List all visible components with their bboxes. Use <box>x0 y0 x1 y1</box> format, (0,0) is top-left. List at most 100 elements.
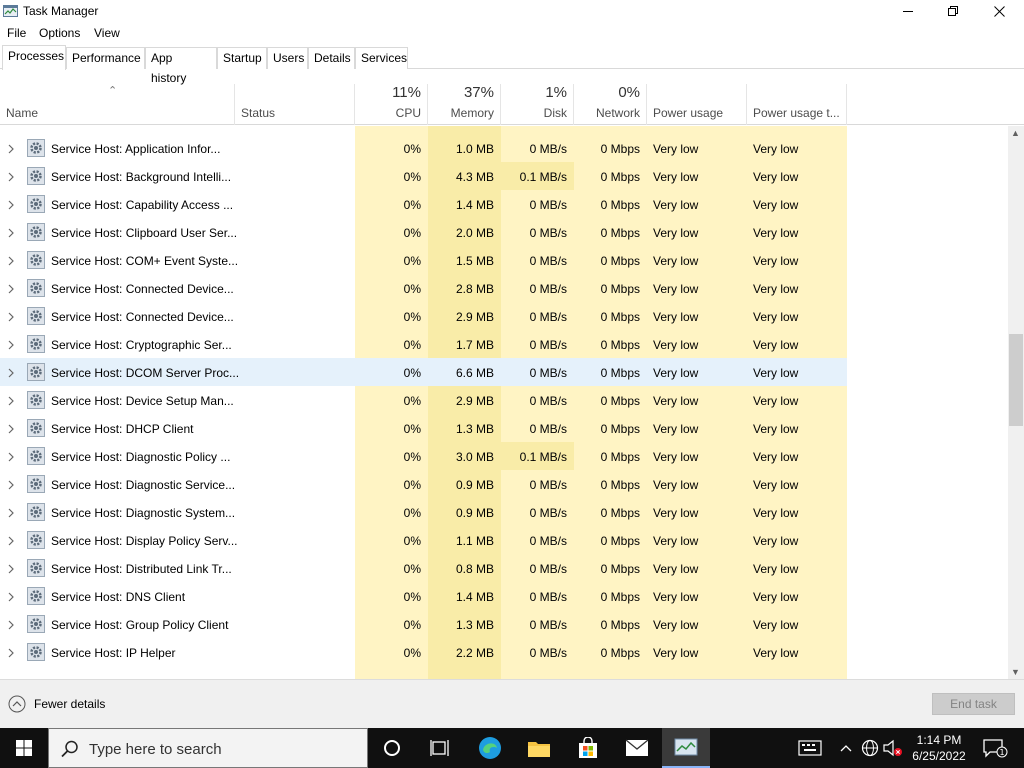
chevron-up-circle-icon[interactable] <box>8 695 26 713</box>
table-row[interactable]: Service Host: Connected Device... 0% 2.9 M… <box>0 302 847 330</box>
expand-chevron-icon[interactable] <box>8 535 14 549</box>
expand-chevron-icon[interactable] <box>8 227 14 241</box>
menu-view[interactable]: View <box>94 26 120 40</box>
process-power: Very low <box>653 198 699 212</box>
header-cpu[interactable]: 11% CPU <box>355 84 428 125</box>
folder-icon <box>528 742 550 757</box>
table-row[interactable]: Service Host: Display Policy Serv... 0% 1.… <box>0 526 847 554</box>
expand-chevron-icon[interactable] <box>8 339 14 353</box>
edge-button[interactable] <box>466 728 514 768</box>
table-row[interactable]: Service Host: Device Setup Man... 0% 2.9 M… <box>0 386 847 414</box>
process-name: Service Host: Diagnostic Policy ... <box>51 450 231 464</box>
expand-chevron-icon[interactable] <box>8 171 14 185</box>
tab-details[interactable]: Details <box>308 47 355 69</box>
table-row[interactable]: Service Host: Group Policy Client 0% 1.3 M… <box>0 610 847 638</box>
expand-chevron-icon[interactable] <box>8 311 14 325</box>
table-row[interactable]: Service Host: Diagnostic System... 0% 0.9 … <box>0 498 847 526</box>
header-power-trend[interactable]: Power usage t... <box>747 84 847 125</box>
tab-app-history[interactable]: App history <box>145 47 217 85</box>
menu-options[interactable]: Options <box>39 26 80 40</box>
tab-performance[interactable]: Performance <box>66 47 145 69</box>
tab-processes[interactable]: Processes <box>2 45 66 70</box>
close-button[interactable] <box>976 0 1022 22</box>
file-explorer-button[interactable] <box>515 728 563 768</box>
header-power-usage[interactable]: Power usage <box>647 84 747 125</box>
expand-chevron-icon[interactable] <box>8 255 14 269</box>
expand-chevron-icon[interactable] <box>8 591 14 605</box>
expand-chevron-icon[interactable] <box>8 283 14 297</box>
expand-chevron-icon[interactable] <box>8 507 14 521</box>
process-cpu: 0% <box>403 226 421 240</box>
tab-users[interactable]: Users <box>267 47 308 69</box>
menu-file[interactable]: File <box>7 26 26 40</box>
footer-bar: Fewer details End task <box>0 679 1024 728</box>
end-task-button[interactable]: End task <box>932 693 1015 715</box>
action-center-button[interactable]: 1 <box>978 728 1012 768</box>
table-row[interactable]: Service Host: Clipboard User Ser... 0% 2.0… <box>0 218 847 246</box>
header-name[interactable]: ⌃ Name <box>0 84 235 125</box>
table-row[interactable]: Service Host: Connected Device... 0% 2.8 M… <box>0 274 847 302</box>
expand-chevron-icon[interactable] <box>8 143 14 157</box>
expand-chevron-icon[interactable] <box>8 563 14 577</box>
restore-icon <box>948 6 958 16</box>
service-host-gear-icon <box>27 531 45 549</box>
minimize-button[interactable] <box>885 0 931 22</box>
expand-chevron-icon[interactable] <box>8 367 14 381</box>
table-row[interactable]: Service Host: Capability Access ... 0% 1.4… <box>0 190 847 218</box>
expand-chevron-icon[interactable] <box>8 619 14 633</box>
cortana-button[interactable] <box>368 728 416 768</box>
restore-button[interactable] <box>930 0 976 22</box>
volume-tray-button[interactable] <box>882 728 904 768</box>
expand-chevron-icon[interactable] <box>8 451 14 465</box>
mail-button[interactable] <box>613 728 661 768</box>
service-host-gear-icon <box>27 223 45 241</box>
expand-chevron-icon[interactable] <box>8 647 14 661</box>
task-view-icon <box>430 740 449 756</box>
table-row[interactable]: Service Host: IP Helper 0% 2.2 MB 0 MB/s 0 M… <box>0 638 847 666</box>
table-row[interactable]: Service Host: DNS Client 0% 1.4 MB 0 MB/s 0 … <box>0 582 847 610</box>
header-memory[interactable]: 37% Memory <box>428 84 501 125</box>
start-button[interactable] <box>0 728 48 768</box>
table-row[interactable]: Service Host: COM+ Event Syste... 0% 1.5 M… <box>0 246 847 274</box>
network-tray-button[interactable] <box>859 728 881 768</box>
header-status[interactable]: Status <box>235 84 355 125</box>
task-manager-taskbar-button[interactable] <box>662 728 710 768</box>
taskbar-search-box[interactable]: Type here to search <box>48 728 368 768</box>
table-row[interactable]: Service Host: Cryptographic Ser... 0% 1.7 … <box>0 330 847 358</box>
service-host-gear-icon <box>27 139 45 157</box>
expand-chevron-icon[interactable] <box>8 395 14 409</box>
process-network: 0 Mbps <box>600 562 640 576</box>
show-hidden-icons-button[interactable] <box>835 728 857 768</box>
sort-up-icon: ⌃ <box>108 85 118 97</box>
scroll-thumb[interactable] <box>1009 334 1023 426</box>
expand-chevron-icon[interactable] <box>8 199 14 213</box>
table-row[interactable]: Service Host: DHCP Client 0% 1.3 MB 0 MB/s 0… <box>0 414 847 442</box>
scroll-down-icon[interactable]: ▼ <box>1011 667 1020 677</box>
table-row[interactable]: Service Host: Distributed Link Tr... 0% 0.… <box>0 554 847 582</box>
header-disk[interactable]: 1% Disk <box>501 84 574 125</box>
vertical-scrollbar[interactable]: ▲ ▼ <box>1008 126 1024 679</box>
process-memory: 2.8 MB <box>455 282 494 296</box>
process-cpu: 0% <box>403 338 421 352</box>
task-view-button[interactable] <box>416 728 464 768</box>
table-row[interactable]: Service Host: Background Intelli... 0% 4.3… <box>0 162 847 190</box>
table-row[interactable]: Service Host: Application Infor... 0% 1.0 … <box>0 134 847 162</box>
input-indicator-button[interactable] <box>795 728 825 768</box>
tab-services[interactable]: Services <box>355 47 408 69</box>
header-network[interactable]: 0% Network <box>574 84 647 125</box>
table-row[interactable]: Service Host: Diagnostic Service... 0% 0.9… <box>0 470 847 498</box>
scroll-up-icon[interactable]: ▲ <box>1011 128 1020 138</box>
search-placeholder: Type here to search <box>89 741 222 758</box>
fewer-details-link[interactable]: Fewer details <box>34 697 105 711</box>
expand-chevron-icon[interactable] <box>8 479 14 493</box>
expand-chevron-icon[interactable] <box>8 423 14 437</box>
process-list[interactable]: Service Host: Application Infor... 0% 1.0 … <box>0 126 1008 679</box>
process-cpu: 0% <box>403 450 421 464</box>
taskbar-clock[interactable]: 1:14 PM 6/25/2022 <box>903 732 975 764</box>
process-network: 0 Mbps <box>600 198 640 212</box>
table-row[interactable]: Service Host: Diagnostic Policy ... 0% 3.0… <box>0 442 847 470</box>
process-network: 0 Mbps <box>600 170 640 184</box>
tab-startup[interactable]: Startup <box>217 47 267 69</box>
store-button[interactable] <box>564 728 612 768</box>
table-row[interactable]: Service Host: DCOM Server Proc... 0% 6.6 M… <box>0 358 847 386</box>
